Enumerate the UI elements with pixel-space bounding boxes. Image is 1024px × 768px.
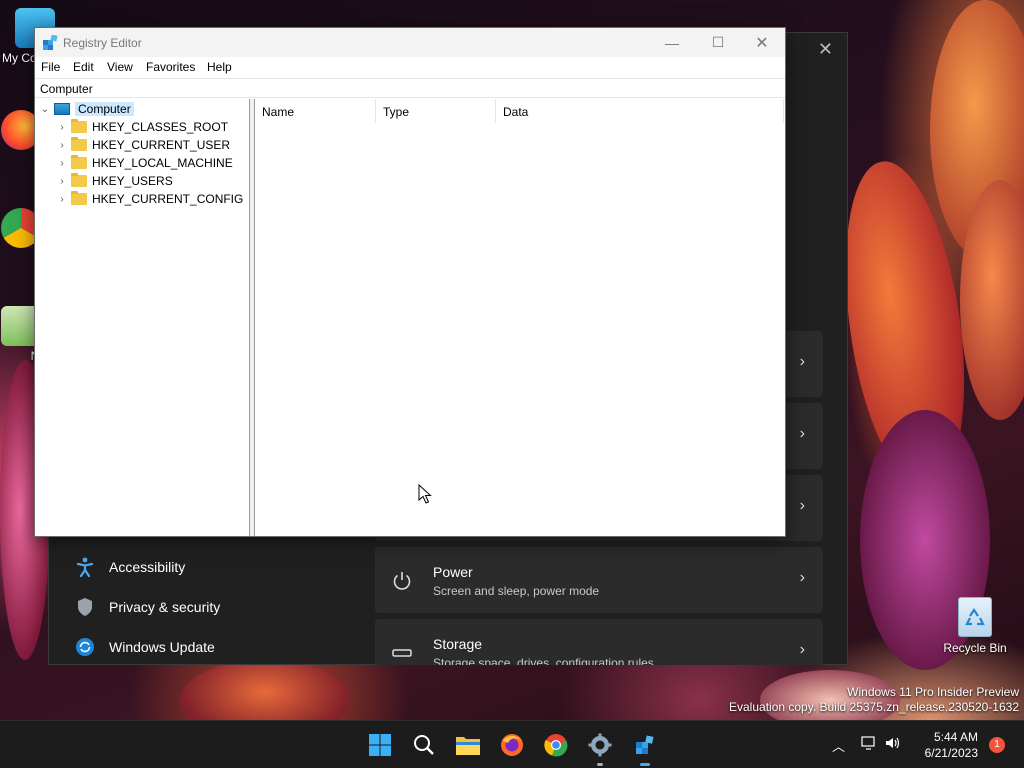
chevron-right-icon: › (799, 569, 805, 586)
notification-badge[interactable]: 1 (989, 737, 1005, 753)
tree-item-label: Computer (75, 102, 134, 116)
settings-icon[interactable] (586, 731, 614, 759)
windows-update-icon (75, 637, 95, 657)
address-bar[interactable]: Computer (35, 78, 785, 98)
card-subtitle: Storage space, drives, configuration rul… (433, 656, 654, 665)
clock-time: 5:44 AM (933, 730, 978, 744)
mouse-cursor-icon (418, 483, 432, 509)
card-title: Storage (433, 636, 483, 652)
tree-item-computer[interactable]: ⌄ Computer (40, 100, 134, 118)
tree-pane: ⌄ Computer › HKEY_CLASSES_ROOT › HKEY_CU… (35, 99, 250, 536)
tree-item-label: HKEY_CLASSES_ROOT (92, 120, 229, 134)
column-header-name[interactable]: Name (255, 99, 376, 123)
chevron-right-icon: › (799, 425, 805, 442)
chevron-right-icon[interactable]: › (57, 176, 67, 187)
column-header-data[interactable]: Data (496, 99, 784, 123)
folder-icon (71, 173, 87, 187)
chevron-right-icon[interactable]: › (57, 194, 67, 205)
card-title: Power (433, 564, 473, 580)
nav-item-windows-update[interactable]: Windows Update (75, 637, 215, 657)
shield-icon (75, 597, 95, 617)
settings-card-power[interactable]: Power Screen and sleep, power mode › (375, 547, 823, 613)
chevron-right-icon[interactable]: › (57, 122, 67, 133)
storage-icon (391, 642, 413, 664)
chevron-up-icon[interactable]: ︿ (832, 736, 845, 755)
clock-date: 6/21/2023 (924, 746, 978, 760)
chevron-right-icon: › (799, 353, 805, 370)
watermark-line: Evaluation copy. Build 25375.zn_release.… (729, 700, 1019, 714)
menu-edit[interactable]: Edit (73, 60, 94, 74)
window-title: Registry Editor (63, 36, 142, 50)
menu-help[interactable]: Help (207, 60, 232, 74)
menu-favorites[interactable]: Favorites (146, 60, 195, 74)
menu-file[interactable]: File (41, 60, 60, 74)
tree-item-label: HKEY_CURRENT_CONFIG (92, 192, 244, 206)
file-explorer-icon[interactable] (454, 731, 482, 759)
minimize-button[interactable]: — (649, 28, 695, 57)
watermark-line: Windows 11 Pro Insider Preview (847, 685, 1019, 699)
chevron-right-icon[interactable]: › (57, 140, 67, 151)
registry-editor-icon[interactable] (631, 731, 659, 759)
taskbar: ︿ 5:44 AM 6/21/2023 1 (0, 720, 1024, 768)
chevron-right-icon: › (799, 641, 805, 658)
accessibility-icon (75, 557, 95, 577)
folder-icon (71, 119, 87, 133)
tree-item-hklm[interactable]: › HKEY_LOCAL_MACHINE (57, 154, 233, 172)
computer-icon (54, 103, 70, 115)
search-icon[interactable] (410, 731, 438, 759)
tree-item-hkcr[interactable]: › HKEY_CLASSES_ROOT (57, 118, 228, 136)
nav-item-label: Accessibility (109, 559, 186, 575)
settings-card-storage[interactable]: Storage Storage space, drives, configura… (375, 619, 823, 665)
os-watermark: Windows 11 Pro Insider Preview Evaluatio… (729, 685, 1019, 715)
title-bar[interactable]: Registry Editor — ☐ ✕ (35, 28, 785, 57)
maximize-button[interactable]: ☐ (695, 28, 741, 57)
close-icon[interactable]: ✕ (818, 39, 833, 60)
nav-item-label: Privacy & security (109, 599, 221, 615)
start-icon[interactable] (366, 731, 394, 759)
card-subtitle: Screen and sleep, power mode (433, 584, 600, 598)
desktop-icon-label: Recycle Bin (943, 641, 1007, 655)
close-button[interactable]: ✕ (739, 28, 785, 57)
chrome-icon[interactable] (542, 731, 570, 759)
tree-item-label: HKEY_CURRENT_USER (92, 138, 231, 152)
active-indicator (640, 763, 650, 766)
tree-item-label: HKEY_USERS (92, 174, 173, 188)
firefox-icon[interactable] (498, 731, 526, 759)
nav-item-accessibility[interactable]: Accessibility (75, 557, 185, 577)
running-indicator (597, 763, 603, 766)
recycle-bin-icon (958, 597, 992, 637)
tree-item-hkcu[interactable]: › HKEY_CURRENT_USER (57, 136, 230, 154)
tree-item-hkcc[interactable]: › HKEY_CURRENT_CONFIG (57, 190, 243, 208)
chevron-right-icon: › (799, 497, 805, 514)
clock[interactable]: 5:44 AM 6/21/2023 (925, 729, 978, 761)
folder-icon (71, 137, 87, 151)
nav-item-label: Windows Update (109, 639, 215, 655)
menu-view[interactable]: View (107, 60, 133, 74)
folder-icon (71, 191, 87, 205)
nav-item-privacy-security[interactable]: Privacy & security (75, 597, 220, 617)
registry-editor-icon (42, 34, 58, 51)
tree-item-label: HKEY_LOCAL_MACHINE (92, 156, 233, 170)
volume-icon[interactable] (885, 736, 901, 755)
network-icon[interactable] (861, 735, 877, 755)
tree-item-hku[interactable]: › HKEY_USERS (57, 172, 173, 190)
desktop-icon-recycle-bin[interactable]: Recycle Bin (942, 597, 1008, 655)
chevron-right-icon[interactable]: › (57, 158, 67, 169)
power-icon (391, 570, 413, 592)
column-header-type[interactable]: Type (376, 99, 496, 123)
chevron-down-icon[interactable]: ⌄ (40, 104, 50, 115)
folder-icon (71, 155, 87, 169)
system-tray: ︿ (832, 721, 901, 768)
menu-bar: File Edit View Favorites Help (35, 57, 785, 77)
values-list[interactable]: Name Type Data (255, 99, 785, 536)
registry-editor-window: Registry Editor — ☐ ✕ File Edit View Fav… (34, 27, 786, 537)
